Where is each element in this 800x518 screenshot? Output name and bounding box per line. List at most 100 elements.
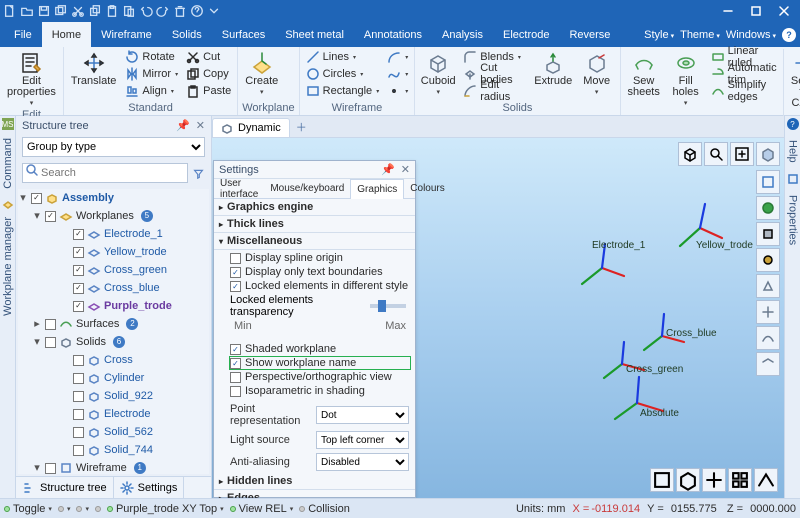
rectangle-button[interactable]: Rectangle▾ (304, 83, 382, 99)
pin-icon[interactable]: 📌 (176, 119, 190, 132)
vp-btn-1[interactable] (756, 170, 780, 194)
theme-menu[interactable]: Theme▾ (680, 29, 720, 41)
section-edges[interactable]: ▸Edges (214, 490, 415, 498)
qat-help-icon[interactable] (189, 3, 205, 19)
tree-surfaces[interactable]: Surfaces (76, 316, 119, 332)
doc-tab-dynamic[interactable]: Dynamic (212, 118, 290, 137)
tree-item[interactable]: Solid_744 (104, 442, 153, 458)
windows-menu[interactable]: Windows▾ (726, 29, 776, 41)
transparency-slider[interactable] (370, 304, 406, 308)
tree-item[interactable]: Cross_blue (104, 280, 160, 296)
close-button[interactable] (770, 0, 798, 22)
vpbr-4[interactable] (728, 468, 752, 492)
vpbr-5[interactable] (754, 468, 778, 492)
tab-structure-tree[interactable]: Structure tree (16, 477, 114, 498)
section-graphics-engine[interactable]: ▸Graphics engine (214, 199, 415, 216)
opt-isoparametric[interactable]: Isoparametric in shading (230, 385, 410, 397)
tree-item[interactable]: Cross (104, 352, 133, 368)
rotate-button[interactable]: Rotate (123, 49, 180, 65)
view-fit-button[interactable] (730, 142, 754, 166)
align-button[interactable]: Align▾ (123, 83, 180, 99)
opt-locked-style[interactable]: ✓Locked elements in different style (230, 280, 410, 292)
move-button[interactable]: Move▾ (578, 49, 616, 98)
rail-workplane-manager[interactable]: Workplane manager (2, 213, 14, 320)
lines-button[interactable]: Lines▾ (304, 49, 382, 65)
panel-close-icon[interactable]: ✕ (196, 119, 205, 132)
minimize-button[interactable] (714, 0, 742, 22)
view-shade-button[interactable] (756, 142, 780, 166)
edit-radius-button[interactable]: Edit radius (461, 83, 529, 99)
vp-btn-6[interactable] (756, 300, 780, 324)
maximize-button[interactable] (742, 0, 770, 22)
opt-text-boundaries[interactable]: ✓Display only text boundaries (230, 266, 410, 278)
menu-electrode[interactable]: Electrode (493, 22, 559, 47)
command-badge-icon[interactable]: MS (2, 118, 14, 130)
qat-delete-icon[interactable] (172, 3, 188, 19)
section-misc[interactable]: ▾Miscellaneous (214, 233, 415, 250)
view-zoom-button[interactable] (704, 142, 728, 166)
vp-btn-8[interactable] (756, 352, 780, 376)
vpbr-2[interactable] (676, 468, 700, 492)
search-input[interactable] (22, 163, 188, 183)
status-toggle[interactable]: Toggle▾ (4, 503, 52, 515)
tree-wireframe[interactable]: Wireframe (76, 460, 127, 474)
lightsource-select[interactable]: Top left corner (316, 431, 409, 449)
extrude-button[interactable]: Extrude (533, 49, 574, 89)
qat-paste-icon[interactable] (104, 3, 120, 19)
properties-rail-icon[interactable] (787, 173, 799, 185)
menu-file[interactable]: File (4, 22, 42, 47)
send-to-cam-button[interactable]: Send to CAM▾ (783, 49, 800, 120)
status-view[interactable]: View REL▾ (230, 503, 294, 515)
pointrep-select[interactable]: Dot (316, 406, 409, 424)
help-rail-icon[interactable]: ? (787, 118, 799, 130)
qat-cut-icon[interactable] (70, 3, 86, 19)
tree-item[interactable]: Electrode (104, 406, 150, 422)
menu-analysis[interactable]: Analysis (432, 22, 493, 47)
cut-button[interactable]: Cut (184, 49, 233, 65)
antialias-select[interactable]: Disabled (316, 453, 409, 471)
rail-help[interactable]: Help (787, 136, 799, 167)
vpbr-1[interactable] (650, 468, 674, 492)
view-iso-button[interactable] (678, 142, 702, 166)
qat-saveall-icon[interactable] (53, 3, 69, 19)
settings-tab-graphics[interactable]: Graphics (350, 179, 404, 199)
sew-sheets-button[interactable]: Sew sheets (625, 49, 663, 100)
status-indicator-1[interactable]: ▾ (58, 505, 71, 513)
tree-item[interactable]: Solid_562 (104, 424, 153, 440)
qat-save-icon[interactable] (36, 3, 52, 19)
vp-btn-4[interactable] (756, 248, 780, 272)
qat-redo-icon[interactable] (155, 3, 171, 19)
vpbr-3[interactable] (702, 468, 726, 492)
tree-item[interactable]: Solid_922 (104, 388, 153, 404)
qat-dropdown-icon[interactable] (206, 3, 222, 19)
settings-tab-ui[interactable]: User interface (214, 179, 264, 198)
settings-tab-colours[interactable]: Colours (404, 179, 450, 198)
menu-sheetmetal[interactable]: Sheet metal (275, 22, 354, 47)
opt-show-workplane-name[interactable]: ✓Show workplane name (230, 357, 410, 369)
menu-reverse[interactable]: Reverse (559, 22, 620, 47)
settings-tab-mouse[interactable]: Mouse/keyboard (264, 179, 350, 198)
opt-perspective[interactable]: Perspective/orthographic view (230, 371, 410, 383)
tab-settings[interactable]: Settings (114, 477, 185, 498)
wf-extra1-button[interactable]: ▾ (385, 49, 410, 65)
menu-home[interactable]: Home (42, 22, 91, 47)
qat-new-icon[interactable] (2, 3, 18, 19)
qat-paste2-icon[interactable] (121, 3, 137, 19)
menu-annotations[interactable]: Annotations (354, 22, 432, 47)
create-workplane-button[interactable]: Create▾ (242, 49, 281, 98)
group-by-select[interactable]: Group by type (22, 137, 205, 157)
tree-item[interactable]: Yellow_trode (104, 244, 167, 260)
wf-extra2-button[interactable]: ▾ (385, 66, 410, 82)
simplify-edges-button[interactable]: Simplify edges (709, 83, 779, 99)
status-workplane[interactable]: Purple_trode XY Top▾ (107, 503, 224, 515)
section-thick-lines[interactable]: ▸Thick lines (214, 216, 415, 233)
status-indicator-3[interactable] (95, 506, 101, 512)
rail-command[interactable]: Command (2, 134, 14, 193)
tree-item[interactable]: Cross_green (104, 262, 167, 278)
style-menu[interactable]: Style▾ (644, 29, 674, 41)
copy-button[interactable]: Copy (184, 66, 233, 82)
rail-properties[interactable]: Properties (787, 191, 799, 249)
qat-undo-icon[interactable] (138, 3, 154, 19)
paste-button[interactable]: Paste (184, 83, 233, 99)
tree-assembly[interactable]: Assembly (62, 190, 114, 206)
